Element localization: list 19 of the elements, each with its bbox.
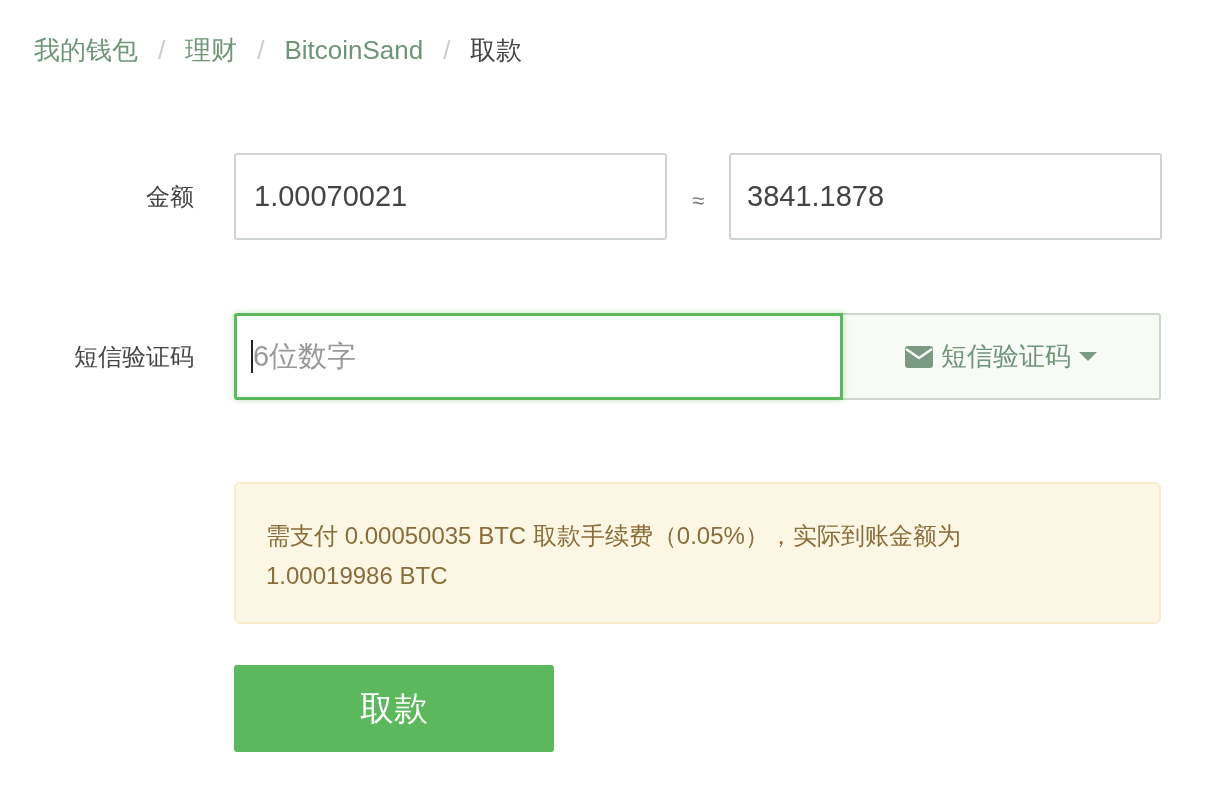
fee-notice: 需支付 0.00050035 BTC 取款手续费（0.05%），实际到账金额为 1.00019986 BTC	[234, 482, 1161, 624]
breadcrumb-separator: /	[256, 33, 266, 67]
send-sms-button[interactable]: 短信验证码	[843, 313, 1161, 400]
breadcrumb-link[interactable]: 理财	[185, 30, 238, 70]
text-cursor	[251, 340, 253, 373]
breadcrumb-separator: /	[442, 33, 452, 67]
amount-label: 金额	[145, 181, 194, 212]
breadcrumb-link[interactable]: BitcoinSand	[284, 30, 424, 70]
sms-code-field[interactable]: 6位数字	[234, 313, 843, 400]
converted-field[interactable]: 3841.1878	[729, 153, 1162, 240]
breadcrumb-separator: /	[157, 33, 167, 67]
envelope-icon	[905, 345, 933, 368]
breadcrumb-link[interactable]: 我的钱包	[34, 30, 138, 70]
amount-field[interactable]: 1.00070021	[234, 153, 667, 240]
approx-sign: ≈	[690, 187, 706, 215]
caret-icon	[1079, 351, 1097, 362]
withdraw-button[interactable]: 取款	[234, 665, 554, 752]
breadcrumb-current: 取款	[470, 33, 523, 67]
sms-code-label: 短信验证码	[73, 341, 194, 372]
